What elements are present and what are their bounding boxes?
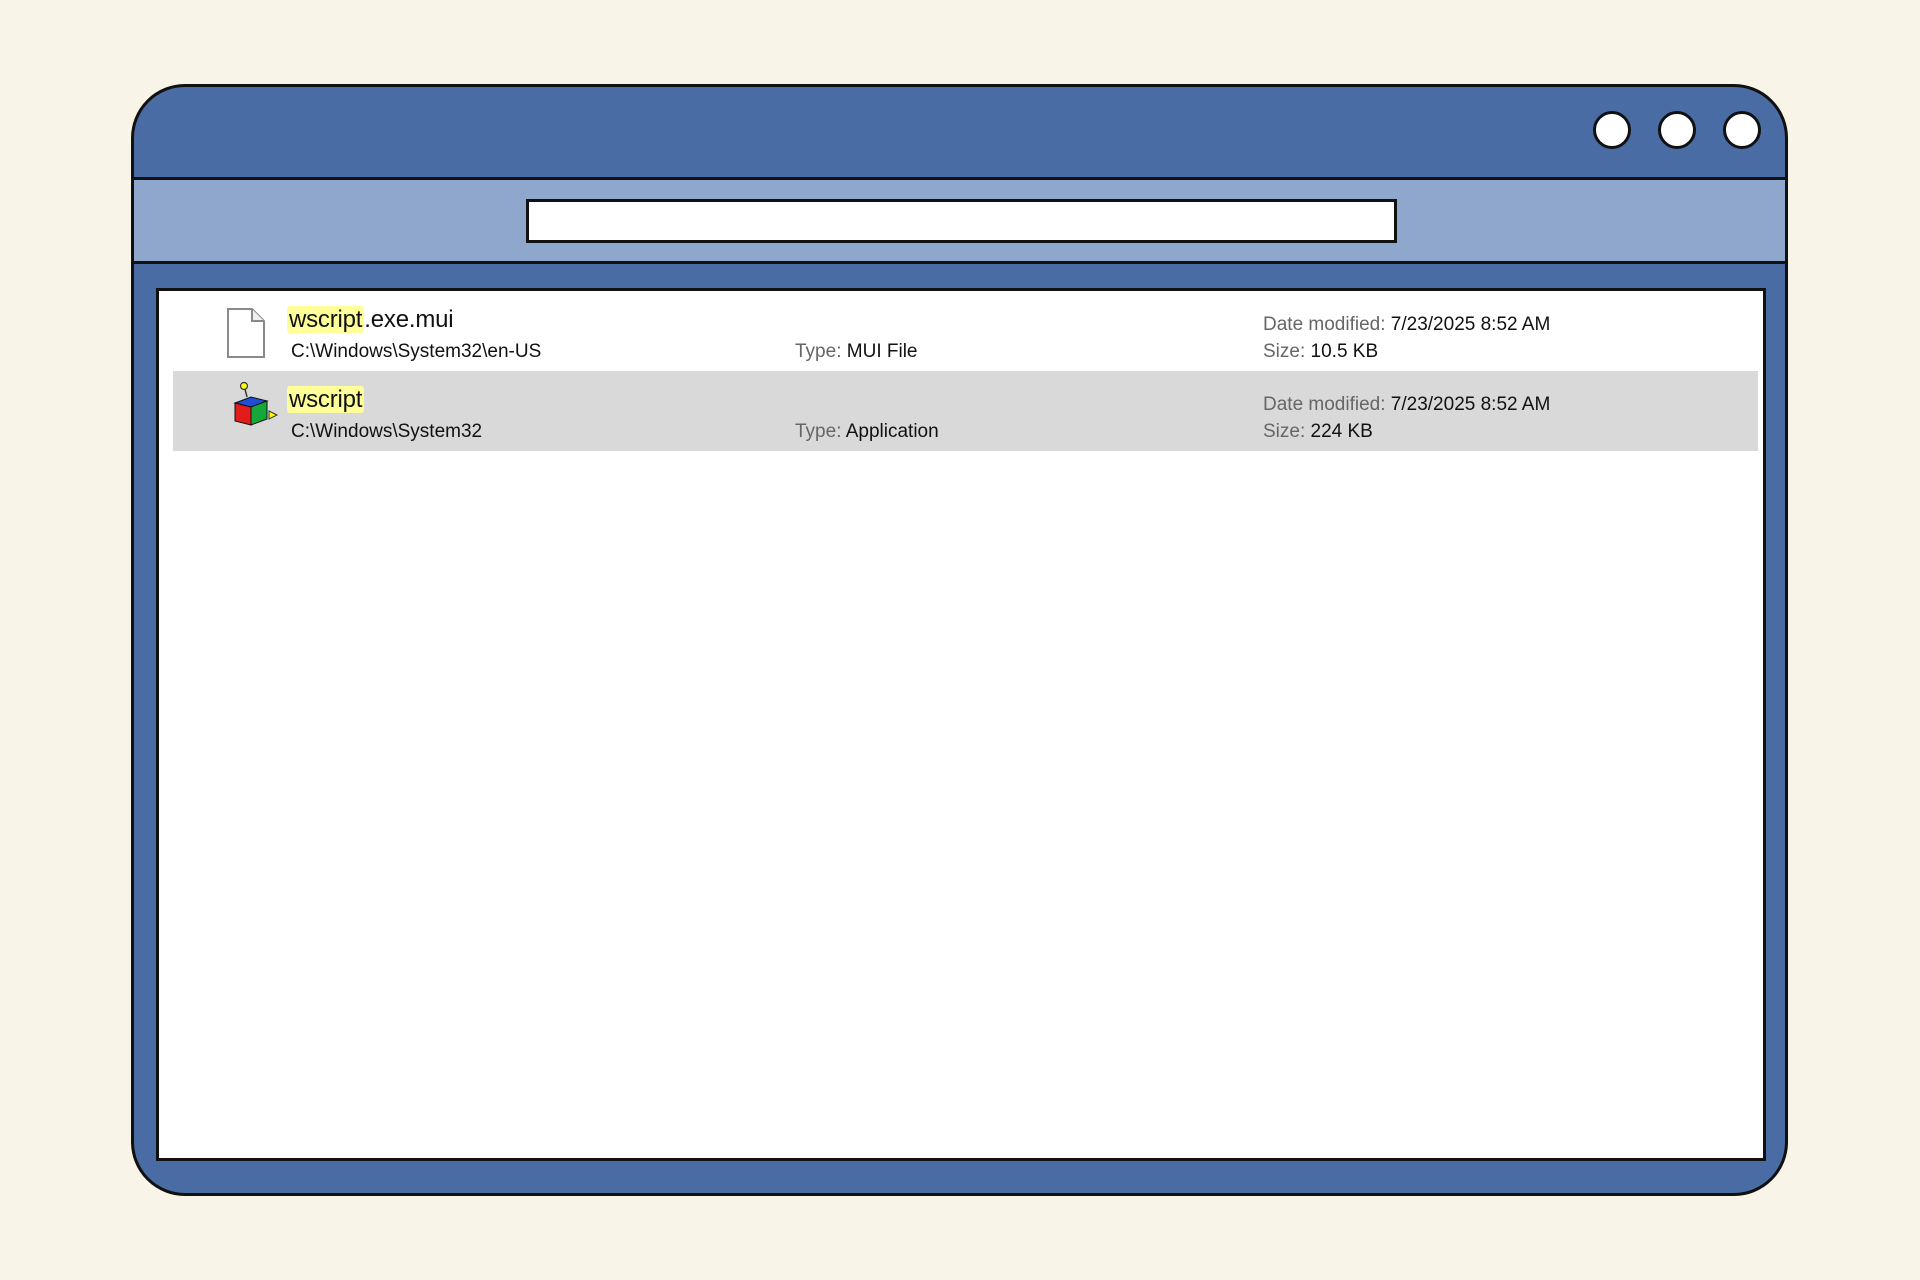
date-value: 7/23/2025 8:52 AM <box>1390 314 1551 335</box>
search-match-highlight: wscript <box>287 386 365 413</box>
title-bar[interactable] <box>134 87 1785 177</box>
result-row[interactable]: wscript.exe.mui C:\Windows\System32\en-U… <box>173 291 1758 371</box>
document-icon <box>227 308 265 358</box>
result-size: Size: 10.5 KB <box>1263 341 1378 363</box>
maximize-button[interactable] <box>1658 111 1696 149</box>
result-date: Date modified: 7/23/2025 8:52 AM <box>1263 394 1550 416</box>
result-path: C:\Windows\System32\en-US <box>291 341 542 362</box>
script-host-icon <box>233 381 279 426</box>
type-label: Type: <box>795 421 842 442</box>
search-input[interactable] <box>526 199 1397 243</box>
size-value: 224 KB <box>1310 421 1373 442</box>
result-size: Size: 224 KB <box>1263 421 1373 443</box>
result-name: wscript.exe.mui <box>287 306 454 334</box>
app-window: wscript.exe.mui C:\Windows\System32\en-U… <box>131 84 1788 1196</box>
type-value: Application <box>845 421 939 442</box>
result-path: C:\Windows\System32 <box>291 421 483 442</box>
result-type: Type: Application <box>795 421 939 443</box>
minimize-button[interactable] <box>1593 111 1631 149</box>
results-list: wscript.exe.mui C:\Windows\System32\en-U… <box>156 288 1766 1161</box>
size-label: Size: <box>1263 341 1306 362</box>
result-date: Date modified: 7/23/2025 8:52 AM <box>1263 314 1550 336</box>
result-name: wscript <box>287 386 365 414</box>
result-name-rest: .exe.mui <box>364 306 454 333</box>
date-value: 7/23/2025 8:52 AM <box>1390 394 1551 415</box>
result-type: Type: MUI File <box>795 341 918 363</box>
type-value: MUI File <box>846 341 918 362</box>
size-label: Size: <box>1263 421 1306 442</box>
date-label: Date modified: <box>1263 394 1386 415</box>
date-label: Date modified: <box>1263 314 1386 335</box>
result-row-selected[interactable]: wscript C:\Windows\System32 Type: Applic… <box>173 371 1758 451</box>
search-toolbar <box>134 177 1785 264</box>
type-label: Type: <box>795 341 842 362</box>
search-match-highlight: wscript <box>287 306 365 333</box>
close-button[interactable] <box>1723 111 1761 149</box>
size-value: 10.5 KB <box>1310 341 1379 362</box>
